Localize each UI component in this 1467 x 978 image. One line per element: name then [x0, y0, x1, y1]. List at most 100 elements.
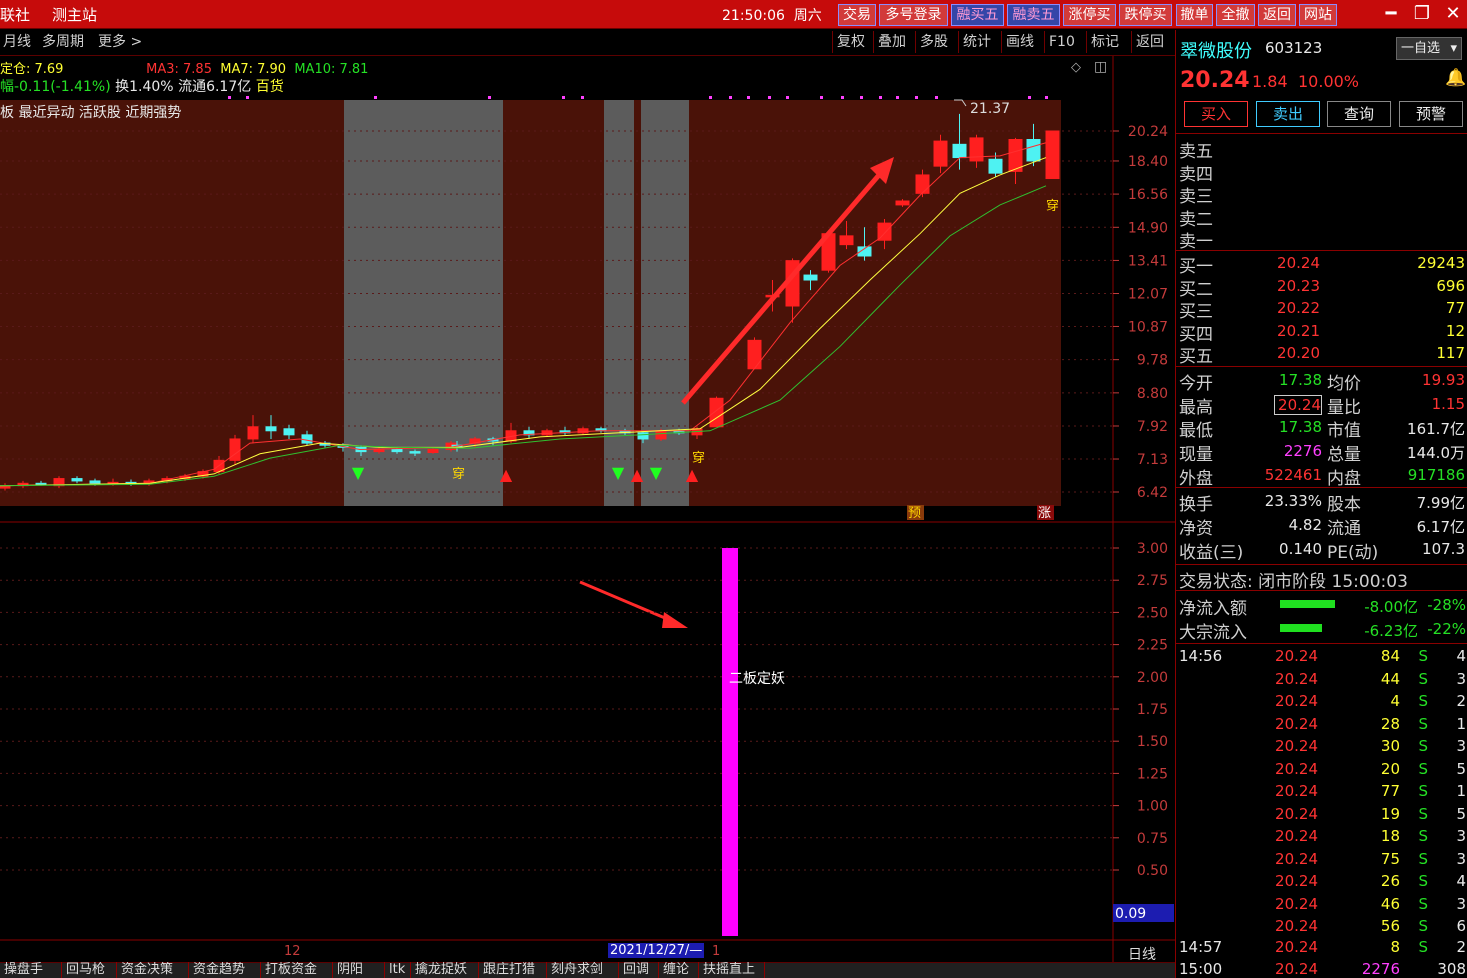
menu-test-server[interactable]: 测主站: [52, 4, 97, 25]
flow-pct: -28%: [1427, 596, 1466, 614]
indicator-tab-2[interactable]: 资金决策: [117, 962, 189, 978]
divider: [1176, 250, 1467, 251]
indicator-tab-9[interactable]: 刻舟求剑: [547, 962, 619, 978]
tick-volume: 30: [1380, 737, 1400, 755]
indicator-tab-4[interactable]: 打板资金: [261, 962, 333, 978]
indicator-tick-label: 2.25: [1137, 638, 1168, 654]
candle-body: [709, 397, 724, 428]
stat-label: 量比: [1327, 397, 1361, 418]
stat-value: 20.24: [1274, 394, 1322, 415]
stat-label: 现量: [1179, 445, 1213, 466]
quick-button-9[interactable]: 网站: [1299, 4, 1337, 26]
candle-body: [391, 448, 403, 453]
tick-count: 5: [1456, 759, 1466, 778]
price-tick-label: 13.41: [1128, 253, 1168, 269]
collapse-icon[interactable]: ◇: [1071, 60, 1081, 75]
signal-dot: [228, 96, 231, 99]
tick-count: 2: [1456, 938, 1466, 956]
sell-button[interactable]: 卖出: [1256, 101, 1320, 127]
minimize-icon[interactable]: ━: [1378, 3, 1404, 25]
indicator-tab-8[interactable]: 跟庄打猎: [479, 962, 547, 978]
indicator-tab-3[interactable]: 资金趋势: [189, 962, 261, 978]
sell-signal-icon: ▼: [612, 463, 625, 482]
indicator-value: 0.09: [1115, 906, 1146, 922]
period-monthly[interactable]: 月线: [3, 31, 31, 53]
indicator-tick-label: 1.75: [1137, 702, 1168, 718]
stat-label: 流通: [1327, 519, 1361, 539]
more-menu[interactable]: 更多 >: [98, 31, 142, 53]
quick-button-6[interactable]: 撤单: [1176, 4, 1213, 26]
buy-level-label: 买三: [1179, 302, 1213, 322]
quick-button-3[interactable]: 融卖五: [1007, 4, 1060, 26]
candle-body: [71, 478, 83, 482]
clock: 21:50:06 周六: [722, 8, 822, 24]
price-tick-label: 6.42: [1137, 485, 1168, 501]
indicator-tab-11[interactable]: 缠论: [659, 962, 699, 978]
stat-label: 今开: [1179, 374, 1213, 394]
x-date-cursor: 2021/12/27/—: [608, 943, 705, 958]
tick-count: 3: [1456, 849, 1466, 868]
toolbar-button-6[interactable]: 标记: [1091, 31, 1119, 53]
tick-price: 20.24: [1275, 669, 1318, 688]
quick-button-1[interactable]: 多号登录: [879, 4, 948, 26]
bell-icon[interactable]: 🔔: [1445, 68, 1466, 88]
quick-button-4[interactable]: 涨停买: [1063, 4, 1116, 26]
stat-value: 107.3: [1422, 540, 1465, 558]
indicator-tab-5[interactable]: 阴阳: [333, 962, 385, 978]
signal-dot: [729, 96, 732, 99]
indicator-tick-label: 1.50: [1137, 734, 1168, 750]
quick-button-0[interactable]: 交易: [838, 4, 876, 26]
buy-level-price: 20.24: [1277, 254, 1320, 272]
buy-level-price: 20.22: [1277, 299, 1320, 317]
indicator-tab-12[interactable]: 扶摇直上: [699, 962, 765, 978]
quick-button-2[interactable]: 融买五: [951, 4, 1004, 26]
panel-toggle-icon[interactable]: ◫: [1094, 59, 1107, 75]
indicator-tab-0[interactable]: 操盘手: [0, 962, 62, 978]
stat-label: 最高: [1179, 397, 1213, 418]
buy-level-volume: 696: [1436, 276, 1465, 295]
tick-price: 20.24: [1275, 872, 1318, 890]
x-month-label: 12: [284, 944, 301, 959]
tick-side: S: [1418, 737, 1428, 755]
period-label[interactable]: 日线: [1128, 944, 1156, 964]
signal-dot: [768, 96, 771, 99]
close-icon[interactable]: ✕: [1440, 3, 1466, 25]
toolbar-divider: [1001, 31, 1002, 53]
alert-button[interactable]: 预警: [1399, 101, 1463, 127]
quick-button-7[interactable]: 全撤: [1216, 4, 1255, 26]
query-button[interactable]: 查询: [1327, 101, 1391, 127]
tick-volume: 20: [1380, 759, 1400, 778]
toolbar-button-1[interactable]: 叠加: [878, 31, 906, 53]
quick-button-5[interactable]: 跌停买: [1119, 4, 1172, 26]
menu-lianshe[interactable]: 联社: [0, 4, 30, 25]
indicator-tab-6[interactable]: ltk: [385, 962, 411, 978]
indicator-tab-10[interactable]: 回调: [619, 962, 659, 978]
indicator-tab-7[interactable]: 擒龙捉妖: [411, 962, 479, 978]
watchlist-button[interactable]: 一自选 ▾: [1396, 37, 1462, 60]
tick-volume: 77: [1380, 782, 1400, 800]
toolbar-button-4[interactable]: 画线: [1006, 31, 1034, 53]
candle-body: [933, 140, 948, 167]
toolbar-button-5[interactable]: F10: [1049, 31, 1075, 53]
buy-level-label: 买四: [1179, 324, 1213, 345]
indicator-tick-label: 2.00: [1137, 670, 1168, 686]
tick-time: 14:56: [1179, 647, 1223, 665]
tick-volume: 28: [1380, 714, 1400, 733]
stat-value: 0.140: [1279, 540, 1322, 558]
restore-icon[interactable]: ❐: [1409, 3, 1435, 25]
quick-button-8[interactable]: 返回: [1258, 4, 1296, 26]
toolbar-button-7[interactable]: 返回: [1136, 31, 1164, 53]
tick-volume: 2276: [1361, 960, 1400, 978]
toolbar-button-0[interactable]: 复权: [837, 31, 865, 53]
toolbar-button-2[interactable]: 多股: [920, 31, 948, 53]
candle-body: [1026, 139, 1041, 162]
kline-chart[interactable]: 20.24 18.40 16.56 14.90 13.41 12.07 10.87 9.78 8…: [0, 56, 1175, 962]
tick-price: 20.24: [1275, 759, 1318, 778]
indicator-tab-1[interactable]: 回马枪: [62, 962, 117, 978]
stat-label: 均价: [1327, 374, 1361, 394]
flow-value: -8.00亿: [1364, 598, 1418, 616]
multi-period[interactable]: 多周期: [42, 31, 84, 53]
tick-volume: 75: [1380, 849, 1400, 868]
buy-button[interactable]: 买入: [1184, 101, 1248, 127]
toolbar-button-3[interactable]: 统计: [963, 31, 991, 53]
